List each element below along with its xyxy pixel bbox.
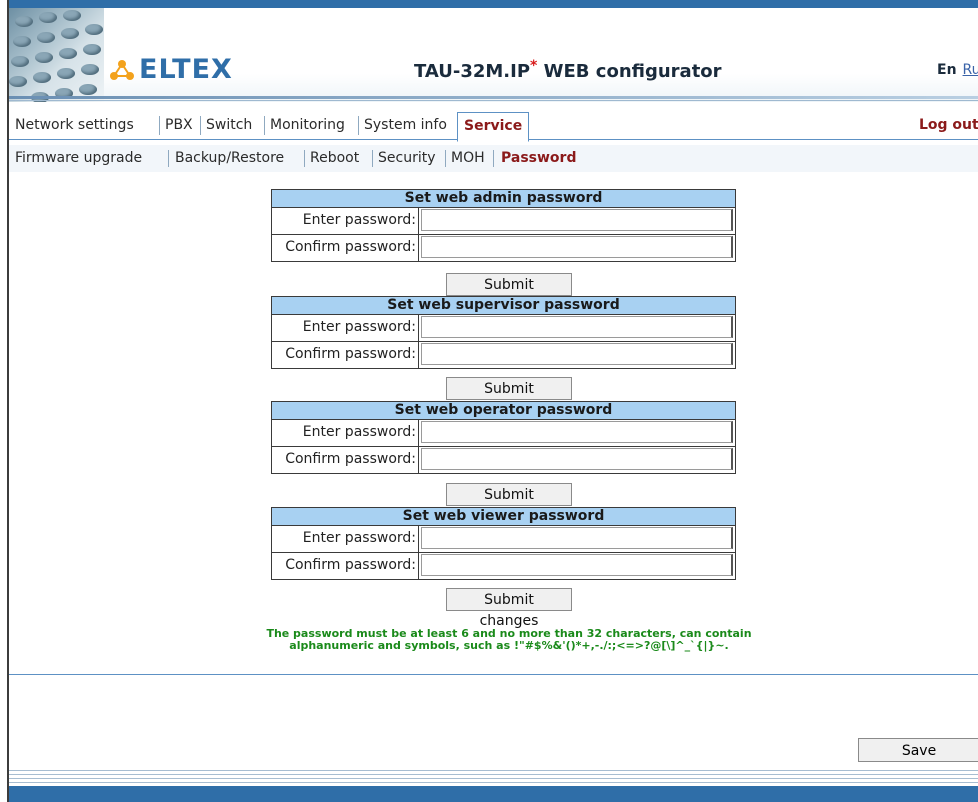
menu-pbx[interactable]: PBX xyxy=(165,112,193,139)
menu-separator xyxy=(358,116,359,135)
viewer-submit-button[interactable]: Submit changes xyxy=(446,588,572,629)
section-title: Set web admin password xyxy=(271,189,736,207)
lang-en-link[interactable]: En xyxy=(937,62,957,78)
header-band xyxy=(104,8,978,102)
operator-password-section: Set web operator password Enter password… xyxy=(271,401,736,474)
supervisor-password-section: Set web supervisor password Enter passwo… xyxy=(271,296,736,369)
viewer-enter-password-input[interactable] xyxy=(421,527,733,549)
operator-enter-password-input[interactable] xyxy=(421,421,733,443)
submenu-backup-restore[interactable]: Backup/Restore xyxy=(175,145,284,172)
footer-line xyxy=(9,782,978,783)
submenu-firmware-upgrade[interactable]: Firmware upgrade xyxy=(15,145,142,172)
app-frame: ELTEX TAU-32M.IP* WEB configurator EnRu … xyxy=(7,0,978,802)
header-divider xyxy=(9,96,978,99)
enter-password-row: Enter password: xyxy=(271,525,736,553)
enter-password-row: Enter password: xyxy=(271,314,736,342)
title-model: TAU-32M.IP xyxy=(414,61,531,82)
confirm-password-label: Confirm password: xyxy=(272,447,419,473)
confirm-password-label: Confirm password: xyxy=(272,342,419,368)
enter-password-label: Enter password: xyxy=(272,315,419,341)
section-title: Set web supervisor password xyxy=(271,296,736,314)
header-photo xyxy=(9,8,104,102)
confirm-password-label: Confirm password: xyxy=(272,553,419,579)
top-bar xyxy=(9,0,978,8)
submenu-separator xyxy=(304,150,305,167)
admin-enter-password-input[interactable] xyxy=(421,209,733,231)
submenu-password[interactable]: Password xyxy=(501,145,576,172)
operator-submit-button[interactable]: Submit changes xyxy=(446,483,572,524)
admin-confirm-password-input[interactable] xyxy=(421,236,733,258)
section-title: Set web viewer password xyxy=(271,507,736,525)
submenu-separator xyxy=(493,150,494,167)
submenu-separator xyxy=(372,150,373,167)
lang-ru-link[interactable]: Ru xyxy=(963,62,978,78)
save-button[interactable]: Save xyxy=(858,738,978,762)
page-title: TAU-32M.IP* WEB configurator xyxy=(414,58,722,82)
admin-password-section: Set web admin password Enter password: C… xyxy=(271,189,736,262)
menu-switch[interactable]: Switch xyxy=(206,112,252,139)
confirm-password-row: Confirm password: xyxy=(271,342,736,369)
footer-line xyxy=(9,778,978,779)
submenu-separator xyxy=(445,150,446,167)
content-divider xyxy=(9,674,978,675)
eltex-logo-text: ELTEX xyxy=(139,54,233,85)
eltex-logo: ELTEX xyxy=(109,54,233,85)
main-menu: Network settings PBX Switch Monitoring S… xyxy=(9,112,978,142)
operator-confirm-password-input[interactable] xyxy=(421,448,733,470)
menu-service[interactable]: Service xyxy=(457,112,530,142)
title-suffix: WEB configurator xyxy=(537,61,722,82)
submenu-security[interactable]: Security xyxy=(378,145,436,172)
eltex-logo-icon xyxy=(109,59,135,81)
viewer-password-section: Set web viewer password Enter password: … xyxy=(271,507,736,580)
supervisor-enter-password-input[interactable] xyxy=(421,316,733,338)
enter-password-label: Enter password: xyxy=(272,208,419,234)
enter-password-row: Enter password: xyxy=(271,419,736,447)
header-divider-thin xyxy=(9,100,978,101)
confirm-password-row: Confirm password: xyxy=(271,235,736,262)
menu-separator xyxy=(159,116,160,135)
footer-line xyxy=(9,774,978,775)
confirm-password-label: Confirm password: xyxy=(272,235,419,261)
submenu-reboot[interactable]: Reboot xyxy=(310,145,359,172)
footer-bar xyxy=(9,786,978,802)
enter-password-row: Enter password: xyxy=(271,207,736,235)
enter-password-label: Enter password: xyxy=(272,526,419,552)
confirm-password-row: Confirm password: xyxy=(271,447,736,474)
header: ELTEX TAU-32M.IP* WEB configurator En Ru xyxy=(9,8,978,102)
submenu-separator xyxy=(168,150,169,167)
language-switch: En Ru xyxy=(937,62,978,78)
logout-link[interactable]: Log out xyxy=(919,112,978,139)
menu-system-info[interactable]: System info xyxy=(364,112,447,139)
menu-separator xyxy=(200,116,201,135)
admin-submit-button[interactable]: Submit changes xyxy=(446,273,572,314)
footer-line xyxy=(9,770,978,771)
enter-password-label: Enter password: xyxy=(272,420,419,446)
sub-menu: Firmware upgrade Backup/Restore Reboot S… xyxy=(9,145,978,172)
menu-separator xyxy=(264,116,265,135)
supervisor-submit-button[interactable]: Submit changes xyxy=(446,377,572,418)
password-rules-note: The password must be at least 6 and no m… xyxy=(229,628,789,652)
section-title: Set web operator password xyxy=(271,401,736,419)
note-line-2: alphanumeric and symbols, such as !"#$%&… xyxy=(289,639,729,652)
supervisor-confirm-password-input[interactable] xyxy=(421,343,733,365)
submenu-moh[interactable]: MOH xyxy=(451,145,485,172)
menu-network-settings[interactable]: Network settings xyxy=(15,112,134,139)
viewer-confirm-password-input[interactable] xyxy=(421,554,733,576)
confirm-password-row: Confirm password: xyxy=(271,553,736,580)
menu-monitoring[interactable]: Monitoring xyxy=(270,112,345,139)
